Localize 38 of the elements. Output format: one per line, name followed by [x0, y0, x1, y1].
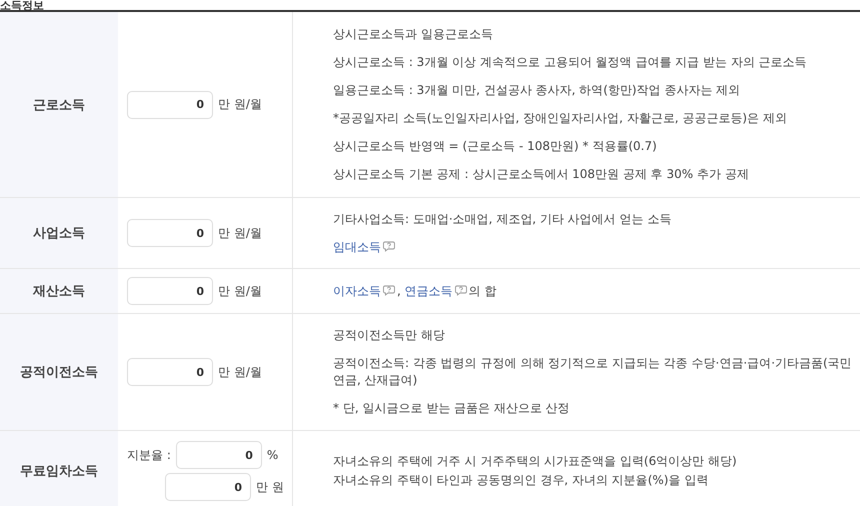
description-text: 자녀소유의 주택에 거주 시 거주주택의 시가표준액을 입력(6억이상만 해당) — [333, 454, 737, 468]
amount-field[interactable]: 0 — [127, 277, 213, 305]
unit-label: 만 원/월 — [218, 224, 262, 242]
description-text: 자녀소유의 주택이 타인과 공동명의인 경우, 자녀의 지분율(%)을 입력 — [333, 473, 708, 487]
row-label: 무료임차소득 — [0, 431, 118, 506]
unit-label: 만 원/월 — [218, 96, 262, 113]
description-text: 상시근로소득과 일용근로소득 — [333, 27, 493, 41]
row-label: 재산소득 — [0, 269, 118, 313]
unit-label: 만 원/월 — [218, 364, 262, 380]
description-text: , — [397, 284, 402, 298]
help-link[interactable]: 이자소득 — [333, 284, 381, 298]
description-text: 상시근로소득 : 3개월 이상 계속적으로 고용되어 월정액 급여를 지급 받는 자의 근로소득 — [333, 55, 807, 69]
help-link[interactable]: 임대소득 — [333, 240, 381, 254]
description-text: *공공일자리 소득(노인일자리사업, 장애인일자리사업, 자활근로, 공공근로등)은 제외 — [333, 111, 787, 125]
amount-field[interactable]: 0 — [176, 441, 262, 469]
help-icon[interactable] — [383, 284, 395, 296]
description-text: 일용근로소득 : 3개월 미만, 건설공사 종사자, 하역(항만)작업 종사자는 제외 — [333, 83, 740, 97]
amount-field[interactable]: 0 — [165, 473, 251, 501]
field-label: 지분율 : — [127, 446, 171, 464]
amount-field[interactable]: 0 — [127, 358, 213, 386]
description-text: 공적이전소득만 해당 — [333, 328, 445, 342]
description-text: 상시근로소득 기본 공제 : 상시근로소득에서 108만원 공제 후 30% 추가 공제 — [333, 167, 749, 181]
unit-label: % — [266, 448, 278, 462]
description-text: 상시근로소득 반영액 = (근로소득 - 108만원) * 적용률(0.7) — [333, 139, 657, 153]
unit-label: 만 원/월 — [218, 282, 262, 300]
help-icon[interactable] — [383, 240, 395, 252]
description-text: 공적이전소득: 각종 법령의 규정에 의해 정기적으로 지급되는 각종 수당·연금·급여·기타금품(국민연금, 산재급여) — [333, 356, 852, 387]
row-label: 공적이전소득 — [0, 314, 118, 430]
description-text: 기타사업소득: 도매업·소매업, 제조업, 기타 사업에서 얻는 소득 — [333, 212, 672, 226]
description-text: 의 합 — [468, 284, 496, 298]
row-label: 사업소득 — [0, 198, 118, 268]
amount-field[interactable]: 0 — [127, 219, 213, 247]
help-icon[interactable] — [454, 284, 467, 296]
help-link[interactable]: 연금소득 — [404, 284, 453, 298]
description-text: * 단, 일시금으로 받는 금품은 재산으로 산정 — [333, 401, 570, 415]
row-label: 근로소득 — [0, 12, 118, 197]
unit-label: 만 원 — [256, 478, 284, 496]
amount-field[interactable]: 0 — [127, 90, 213, 118]
